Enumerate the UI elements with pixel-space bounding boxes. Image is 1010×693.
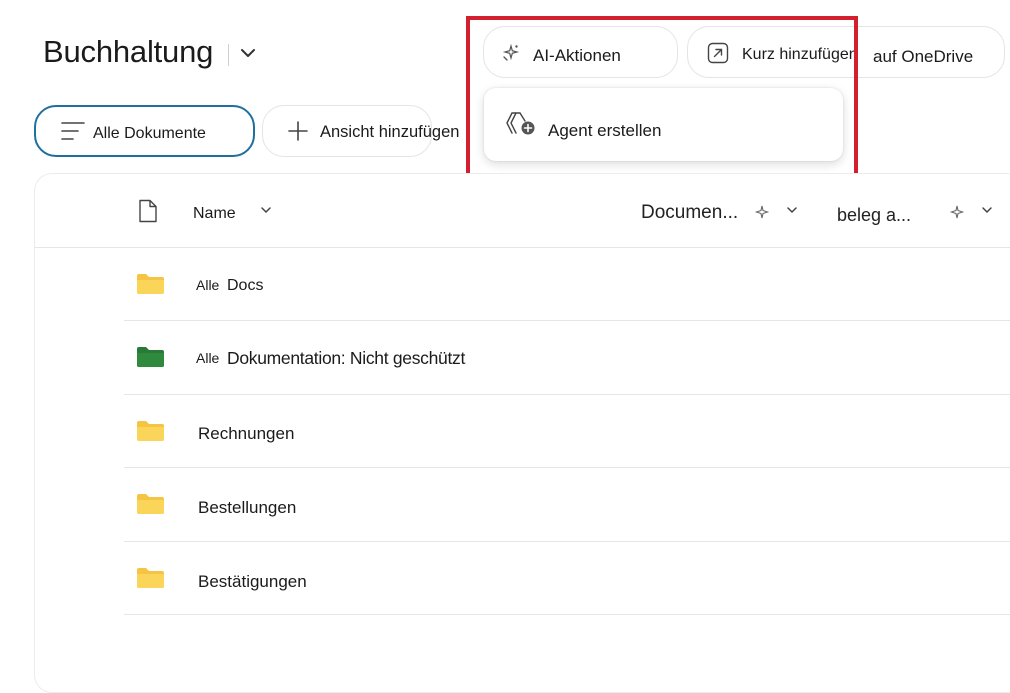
row-prefix: Alle [196,277,220,293]
row-name[interactable]: Docs [227,277,263,295]
folder-icon [137,494,164,514]
add-view-button[interactable]: Ansicht hinzufügen [262,105,459,157]
row-name[interactable]: Dokumentation: Nicht geschützt [227,348,465,369]
chevron-down-icon[interactable] [785,203,799,217]
folder-icon [137,421,164,441]
table-row[interactable]: Bestellungen [124,468,1010,541]
column-header-beleg[interactable]: beleg a... [837,205,911,226]
chevron-down-icon[interactable] [259,203,273,217]
column-header-document[interactable]: Documen... [641,202,738,224]
row-name[interactable]: Bestellungen [198,498,296,518]
row-prefix: Alle [196,350,220,366]
file-type-icon [138,199,158,223]
row-name[interactable]: Bestätigungen [198,572,307,592]
folder-icon [137,568,164,588]
column-header-name[interactable]: Name [193,205,236,223]
onedrive-label: auf OneDrive [873,47,974,66]
chevron-down-icon[interactable] [237,42,259,64]
plus-icon [288,121,308,141]
row-name[interactable]: Rechnungen [198,424,294,444]
row-divider [124,614,1010,615]
table-row[interactable]: Alle Docs [124,248,1010,320]
folder-icon [137,274,164,294]
table-row[interactable]: Bestätigungen [124,542,1010,614]
page-title: Buchhaltung [43,34,214,69]
all-documents-label: Alle Dokumente [93,125,206,142]
table-row[interactable]: Rechnungen [124,395,1010,467]
view-list-icon [60,120,86,142]
add-view-label: Ansicht hinzufügen [320,123,460,141]
sparkle-icon [949,204,965,220]
folder-icon [137,347,164,367]
chevron-down-icon[interactable] [980,203,994,217]
sparkle-icon [754,204,770,220]
view-all-documents[interactable]: Alle Dokumente [34,105,255,157]
table-row[interactable]: Alle Dokumentation: Nicht geschützt [124,321,1010,394]
highlight-box [466,16,858,185]
title-divider [228,44,229,66]
